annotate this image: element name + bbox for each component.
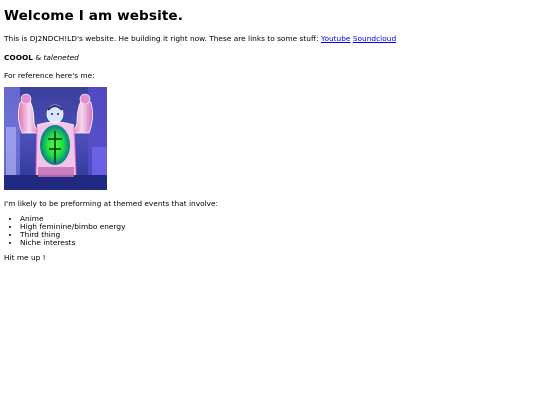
intro-paragraph: This is DJ2NDCH!LD's website. He buildin… [4, 35, 540, 44]
list-item-bimbo-energy: High feminine/bimbo energy [20, 223, 540, 231]
talented-italic-text: taleneted [43, 52, 79, 62]
contact-text: Hit me up ! [4, 253, 46, 263]
list-item-third-thing: Third thing [20, 231, 540, 239]
page-title: Welcome I am website. [4, 8, 184, 24]
ampersand: & [35, 52, 42, 62]
youtube-link[interactable]: Youtube [321, 34, 351, 44]
list-item-niche-interests: Niche interests [20, 239, 540, 247]
artist-photo [4, 86, 107, 190]
reference-text: For reference here's me: [4, 71, 95, 81]
page: Welcome I am website. This is DJ2NDCH!LD… [0, 0, 540, 263]
cool-bold-text: COOOL [4, 52, 33, 62]
intro-text: This is DJ2NDCH!LD's website. He buildin… [4, 34, 319, 44]
soundcloud-link[interactable]: Soundcloud [353, 34, 396, 44]
cool-line: COOOL & taleneted [4, 52, 540, 63]
events-list: Anime High feminine/bimbo energy Third t… [4, 215, 540, 247]
events-intro-text: I'm likely to be preforming at themed ev… [4, 198, 219, 208]
